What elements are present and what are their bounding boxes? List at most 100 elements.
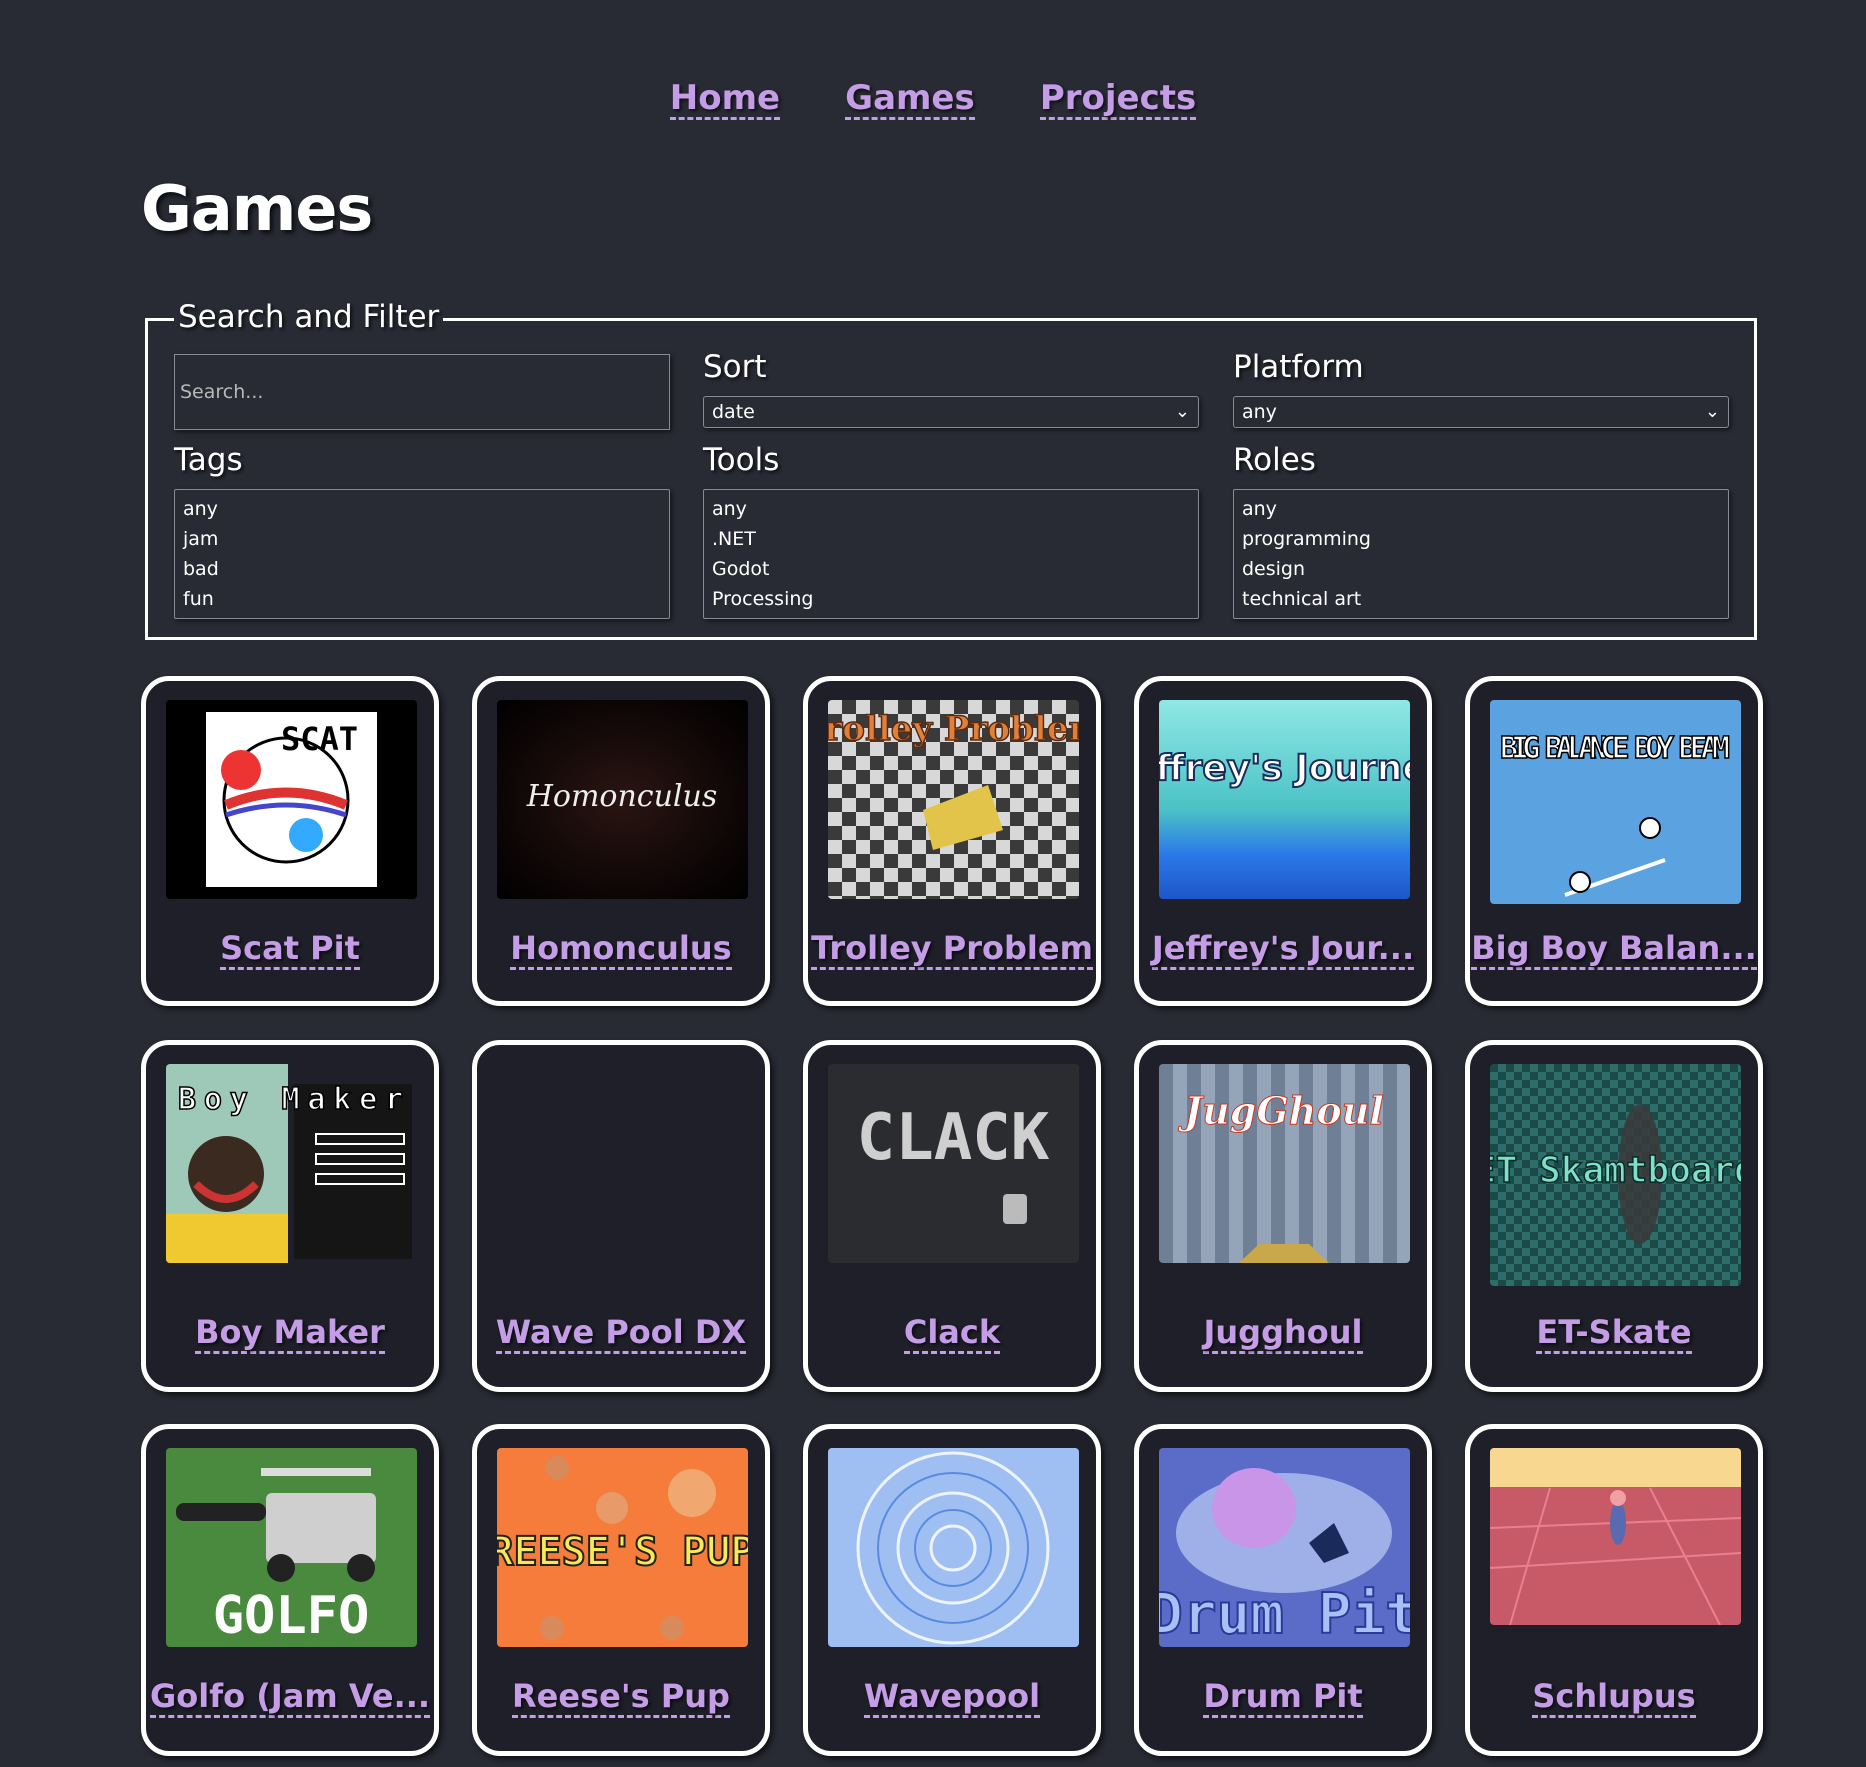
game-card[interactable]: Wave Pool DX — [472, 1040, 770, 1392]
game-title: ET-Skate — [1470, 1313, 1758, 1354]
game-thumbnail[interactable]: REESE'S PUP — [497, 1448, 748, 1647]
game-title: Schlupus — [1470, 1677, 1758, 1718]
game-thumbnail[interactable]: BIG BALANCE BOY BEAM — [1490, 700, 1741, 904]
game-card[interactable]: Boy Maker Boy Maker — [141, 1040, 439, 1392]
top-nav: Home Games Projects — [0, 79, 1866, 121]
game-card[interactable]: BIG BALANCE BOY BEAM Big Boy Balan... — [1465, 676, 1763, 1006]
game-title-link[interactable]: Homonculus — [510, 929, 732, 970]
sort-select[interactable]: date ⌄ — [703, 396, 1199, 428]
thumb-text: Trolley Problem — [828, 709, 1079, 749]
thumb-text: Jeffrey's Journey — [1159, 748, 1410, 789]
game-title-link[interactable]: Trolley Problem — [811, 929, 1093, 970]
game-title: Trolley Problem — [808, 929, 1096, 970]
tools-option[interactable]: .NET — [712, 524, 1190, 554]
roles-label: Roles — [1233, 442, 1316, 478]
game-title-link[interactable]: Wavepool — [863, 1677, 1041, 1718]
game-title: Reese's Pup — [477, 1677, 765, 1718]
tags-option[interactable]: bad — [183, 554, 661, 584]
game-thumbnail[interactable]: JugGhoul — [1159, 1064, 1410, 1263]
game-title-link[interactable]: Wave Pool DX — [495, 1313, 747, 1354]
game-title-link[interactable]: Big Boy Balan... — [1471, 929, 1757, 970]
game-title-link[interactable]: Jugghoul — [1203, 1313, 1363, 1354]
game-title-link[interactable]: Reese's Pup — [512, 1677, 730, 1718]
nav-games-link[interactable]: Games — [845, 79, 975, 121]
game-card[interactable]: Schlupus — [1465, 1424, 1763, 1756]
game-thumbnail[interactable]: SCAT PIT — [166, 700, 417, 899]
game-thumbnail[interactable]: ET Skamtboard — [1490, 1064, 1741, 1286]
game-card[interactable]: Jeffrey's Journey Jeffrey's Jour... — [1134, 676, 1432, 1006]
chevron-down-icon: ⌄ — [1704, 401, 1720, 422]
tools-option[interactable]: any — [712, 494, 1190, 524]
game-title: Drum Pit — [1139, 1677, 1427, 1718]
thumb-text: ET Skamtboard — [1490, 1150, 1741, 1191]
game-title-link[interactable]: Jeffrey's Jour... — [1151, 929, 1415, 970]
game-thumbnail[interactable]: Drum Pit — [1159, 1448, 1410, 1647]
game-title-link[interactable]: Golfo (Jam Ve... — [149, 1677, 431, 1718]
chevron-down-icon: ⌄ — [1174, 401, 1190, 422]
game-card[interactable]: Wavepool — [803, 1424, 1101, 1756]
nav-home-link[interactable]: Home — [669, 79, 781, 121]
game-title-link[interactable]: ET-Skate — [1536, 1313, 1692, 1354]
thumb-text: SCAT PIT — [281, 720, 417, 758]
thumb-text: REESE'S PUP — [497, 1529, 748, 1575]
game-title-link[interactable]: Schlupus — [1532, 1677, 1696, 1718]
tools-listbox[interactable]: any .NET Godot Processing — [703, 489, 1199, 619]
tools-option[interactable]: Godot — [712, 554, 1190, 584]
tags-option[interactable]: fun — [183, 584, 661, 614]
sort-label: Sort — [703, 349, 767, 385]
tools-option[interactable]: Processing — [712, 584, 1190, 614]
thumb-text: Drum Pit — [1159, 1582, 1410, 1647]
game-title: Big Boy Balan... — [1470, 929, 1758, 970]
game-thumbnail[interactable]: Trolley Problem — [828, 700, 1079, 899]
game-title: Boy Maker — [146, 1313, 434, 1354]
game-title-link[interactable]: Drum Pit — [1203, 1677, 1363, 1718]
game-title: Golfo (Jam Ve... — [146, 1677, 434, 1718]
game-thumbnail[interactable]: Homonculus — [497, 700, 748, 899]
game-title: Scat Pit — [146, 929, 434, 970]
search-input[interactable] — [174, 354, 670, 430]
roles-option[interactable]: design — [1242, 554, 1720, 584]
game-title: Clack — [808, 1313, 1096, 1354]
game-card[interactable]: Drum Pit Drum Pit — [1134, 1424, 1432, 1756]
game-thumbnail[interactable] — [1490, 1448, 1741, 1625]
game-title-link[interactable]: Clack — [903, 1313, 1001, 1354]
thumb-text: GOLFO — [213, 1586, 370, 1646]
game-title: Wavepool — [808, 1677, 1096, 1718]
game-card[interactable]: SCAT PIT Scat Pit — [141, 676, 439, 1006]
thumb-text: Boy Maker — [178, 1082, 403, 1117]
game-card[interactable]: Homonculus Homonculus — [472, 676, 770, 1006]
roles-option[interactable]: any — [1242, 494, 1720, 524]
game-thumbnail[interactable] — [497, 1064, 748, 1263]
sort-select-value: date — [712, 401, 755, 423]
game-thumbnail[interactable]: Jeffrey's Journey — [1159, 700, 1410, 899]
game-card[interactable]: ET Skamtboard ET-Skate — [1465, 1040, 1763, 1392]
game-card[interactable]: REESE'S PUP Reese's Pup — [472, 1424, 770, 1756]
roles-option[interactable]: technical art — [1242, 584, 1720, 614]
game-card[interactable]: Trolley Problem Trolley Problem — [803, 676, 1101, 1006]
tags-listbox[interactable]: any jam bad fun — [174, 489, 670, 619]
game-title: Wave Pool DX — [477, 1313, 765, 1354]
game-title-link[interactable]: Scat Pit — [220, 929, 360, 970]
thumb-text: CLACK — [857, 1101, 1050, 1175]
game-thumbnail[interactable]: GOLFO — [166, 1448, 417, 1647]
tags-label: Tags — [174, 442, 243, 478]
game-card[interactable]: GOLFO Golfo (Jam Ve... — [141, 1424, 439, 1756]
thumb-text: BIG BALANCE BOY BEAM — [1500, 731, 1730, 766]
roles-listbox[interactable]: any programming design technical art — [1233, 489, 1729, 619]
tags-option[interactable]: jam — [183, 524, 661, 554]
tags-option[interactable]: any — [183, 494, 661, 524]
game-thumbnail[interactable] — [828, 1448, 1079, 1647]
game-title-link[interactable]: Boy Maker — [195, 1313, 385, 1354]
roles-option[interactable]: programming — [1242, 524, 1720, 554]
platform-select[interactable]: any ⌄ — [1233, 396, 1729, 428]
platform-label: Platform — [1233, 349, 1364, 385]
filter-legend: Search and Filter — [174, 299, 444, 335]
game-card[interactable]: JugGhoul Jugghoul — [1134, 1040, 1432, 1392]
platform-select-value: any — [1242, 401, 1277, 423]
game-title: Jeffrey's Jour... — [1139, 929, 1427, 970]
game-thumbnail[interactable]: Boy Maker — [166, 1064, 417, 1263]
page-title: Games — [141, 172, 373, 245]
game-card[interactable]: CLACK Clack — [803, 1040, 1101, 1392]
game-thumbnail[interactable]: CLACK — [828, 1064, 1079, 1263]
nav-projects-link[interactable]: Projects — [1039, 79, 1197, 121]
